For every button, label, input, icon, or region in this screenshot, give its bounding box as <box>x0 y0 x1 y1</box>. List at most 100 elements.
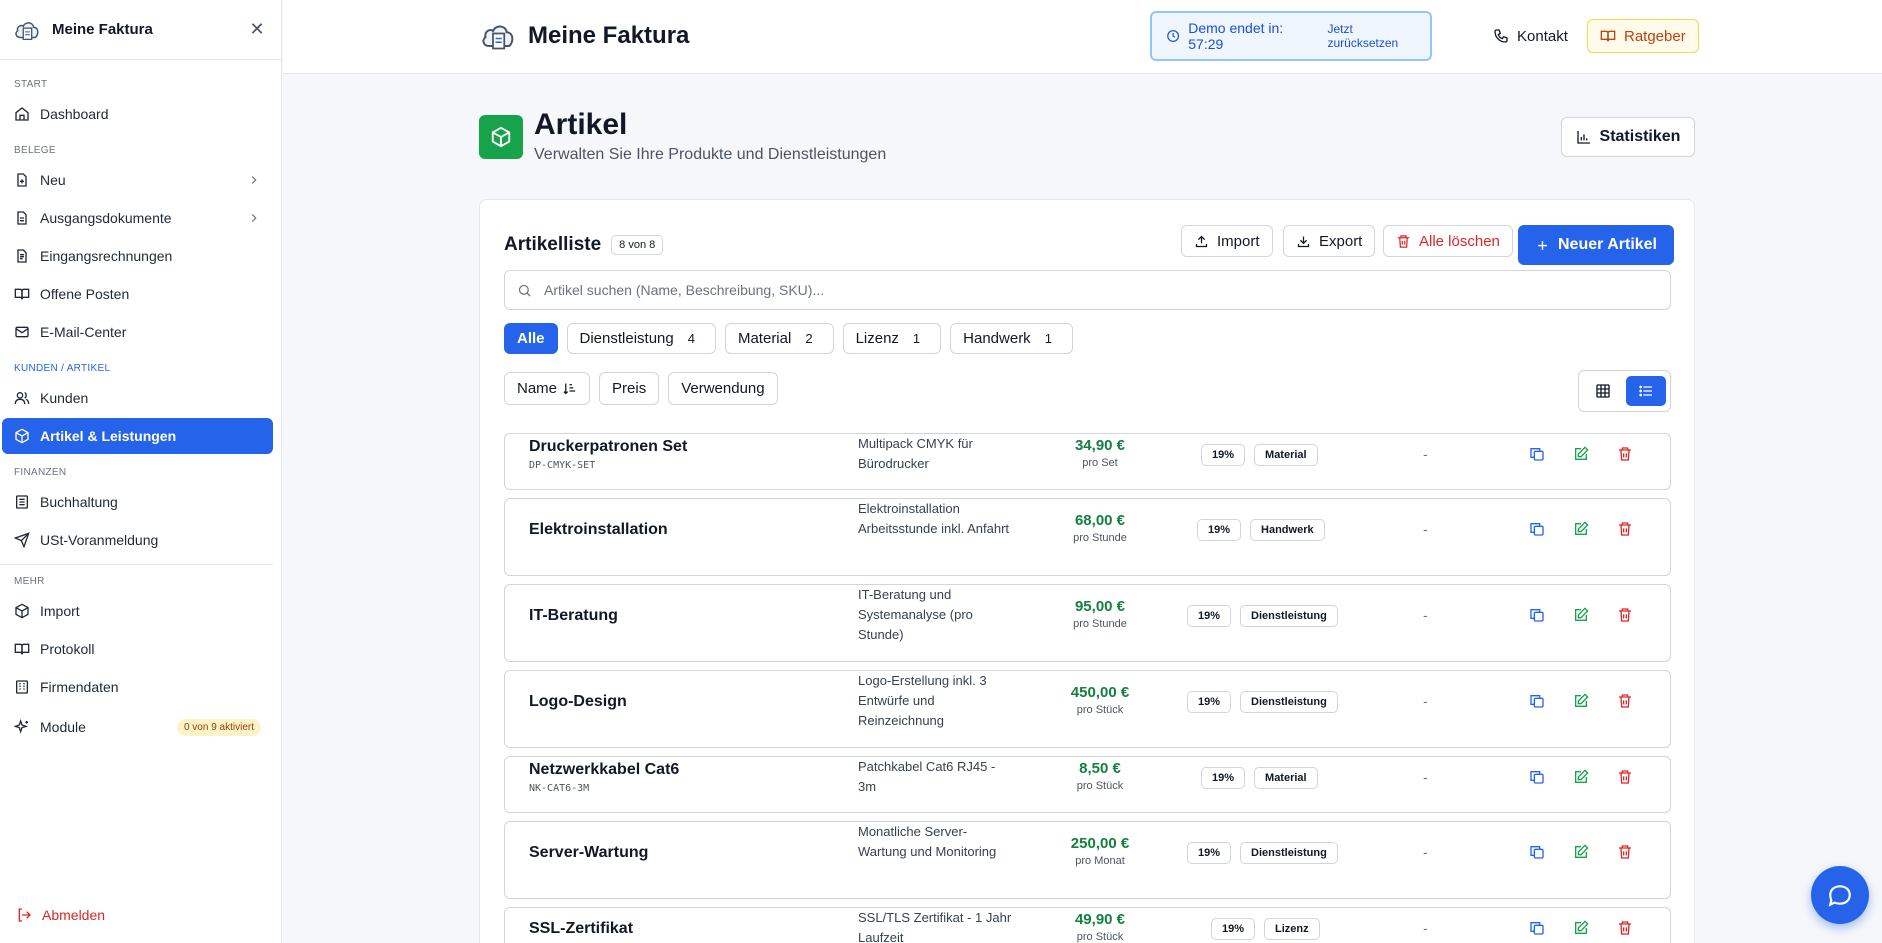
sidebar-item-buchhaltung[interactable]: Buchhaltung <box>2 484 273 520</box>
sidebar-item-dashboard[interactable]: Dashboard <box>2 96 273 132</box>
trash-icon <box>1397 234 1410 248</box>
edit-icon[interactable] <box>1573 446 1589 462</box>
sidebar-item-kunden[interactable]: Kunden <box>2 380 273 416</box>
trash-icon[interactable] <box>1617 521 1633 537</box>
article-usage: - <box>1423 607 1428 623</box>
chevron-right-icon <box>251 214 257 222</box>
sort-by-usage-button[interactable]: Verwendung <box>668 372 778 405</box>
copy-icon[interactable] <box>1529 844 1545 860</box>
edit-icon[interactable] <box>1573 607 1589 623</box>
grid-icon <box>1596 384 1610 398</box>
edit-icon[interactable] <box>1573 769 1589 785</box>
filter-chip-handwerk[interactable]: Handwerk 1 <box>950 323 1073 354</box>
topbar-brand[interactable]: Meine Faktura <box>478 16 689 56</box>
table-row[interactable]: SSL-Zertifikat SSL/TLS Zertifikat - 1 Ja… <box>504 907 1671 943</box>
table-row[interactable]: Logo-Design Logo-Erstellung inkl. 3 Entw… <box>504 670 1671 748</box>
file-text-icon <box>17 211 27 225</box>
article-tags: 19% Dienstleistung <box>1187 691 1338 713</box>
section-start: START <box>14 79 48 90</box>
sidebar-item-module[interactable]: Module 0 von 9 aktiviert <box>2 707 273 747</box>
table-row[interactable]: Netzwerkkabel Cat6 NK-CAT6-3M Patchkabel… <box>504 756 1671 813</box>
sidebar-brand: Meine Faktura <box>52 21 153 38</box>
article-usage: - <box>1423 769 1428 785</box>
edit-icon[interactable] <box>1573 844 1589 860</box>
copy-icon[interactable] <box>1529 446 1545 462</box>
filter-chip-material[interactable]: Material 2 <box>724 323 834 354</box>
edit-icon[interactable] <box>1573 693 1589 709</box>
contact-link[interactable]: Kontakt <box>1493 22 1568 50</box>
sidebar-item-ausgangsdokumente[interactable]: Ausgangsdokumente <box>2 200 273 236</box>
sidebar-item-artikel-leistungen[interactable]: Artikel & Leistungen <box>2 418 273 454</box>
sidebar-item-eingangsrechnungen[interactable]: Eingangsrechnungen <box>2 238 273 274</box>
article-search-input[interactable] <box>544 282 1658 298</box>
book-open-icon <box>14 643 30 655</box>
sidebar-item-import[interactable]: Import <box>2 593 273 629</box>
filter-chip-lizenz[interactable]: Lizenz 1 <box>842 323 942 354</box>
tax-badge: 19% <box>1187 691 1232 713</box>
copy-icon[interactable] <box>1529 693 1545 709</box>
sidebar-item-email-center[interactable]: E-Mail-Center <box>2 314 273 350</box>
article-sku: DP-CMYK-SET <box>529 460 596 471</box>
filter-chip-alle[interactable]: Alle <box>504 323 558 354</box>
copy-icon[interactable] <box>1529 920 1545 936</box>
ratgeber-button[interactable]: Ratgeber <box>1587 19 1699 53</box>
export-button[interactable]: Export <box>1283 225 1376 257</box>
category-badge: Lizenz <box>1264 918 1320 940</box>
table-row[interactable]: IT-Beratung IT-Beratung und Systemanalys… <box>504 584 1671 662</box>
import-button[interactable]: Import <box>1181 225 1273 257</box>
table-row[interactable]: Druckerpatronen Set DP-CMYK-SET Multipac… <box>504 433 1671 490</box>
trash-icon[interactable] <box>1617 920 1633 936</box>
building-icon <box>16 680 28 694</box>
article-description: Logo-Erstellung inkl. 3 Entwürfe und Rei… <box>858 673 987 728</box>
trash-icon[interactable] <box>1617 844 1633 860</box>
trash-icon[interactable] <box>1617 693 1633 709</box>
page-package-icon <box>479 115 523 159</box>
list-view-button[interactable] <box>1626 376 1666 406</box>
chat-button[interactable] <box>1811 866 1869 924</box>
article-price: 95,00 € pro Stunde <box>1073 598 1127 630</box>
sidebar-header: Meine Faktura ✕ <box>0 0 281 60</box>
cloud-document-logo-icon <box>482 25 514 50</box>
sort-by-price-button[interactable]: Preis <box>599 372 660 405</box>
package-icon <box>15 603 29 619</box>
file-plus-icon <box>17 173 27 187</box>
copy-icon[interactable] <box>1529 769 1545 785</box>
sort-by-name-button[interactable]: Name <box>504 372 591 405</box>
plus-icon <box>1538 240 1547 250</box>
delete-all-button[interactable]: Alle löschen <box>1383 225 1513 257</box>
sidebar-item-protokoll[interactable]: Protokoll <box>2 631 273 667</box>
chevron-right-icon <box>251 176 257 184</box>
close-sidebar-icon[interactable]: ✕ <box>245 18 269 42</box>
sidebar-item-offene-posten[interactable]: Offene Posten <box>2 276 273 312</box>
sidebar-item-ust-voranmeldung[interactable]: USt-Voranmeldung <box>2 522 273 558</box>
row-actions <box>1529 844 1633 860</box>
copy-icon[interactable] <box>1529 521 1545 537</box>
trash-icon[interactable] <box>1617 607 1633 623</box>
table-row[interactable]: Server-Wartung Monatliche Server-Wartung… <box>504 821 1671 899</box>
home-icon <box>15 107 29 121</box>
category-filter-bar: Alle Dienstleistung 4 Material 2 Lizenz … <box>504 323 1073 354</box>
article-search[interactable] <box>504 270 1671 310</box>
table-row[interactable]: Elektroinstallation Elektroinstallation … <box>504 498 1671 576</box>
edit-icon[interactable] <box>1573 521 1589 537</box>
article-name: Logo-Design <box>529 693 627 710</box>
trash-icon[interactable] <box>1617 769 1633 785</box>
sidebar-item-firmendaten[interactable]: Firmendaten <box>2 669 273 705</box>
article-description: Patchkabel Cat6 RJ45 - 3m <box>858 759 996 794</box>
tax-badge: 19% <box>1187 842 1232 864</box>
demo-timer-text: Demo endet in: 57:29 <box>1188 20 1284 52</box>
trash-icon[interactable] <box>1617 446 1633 462</box>
article-usage: - <box>1423 693 1428 709</box>
section-kunden-artikel: KUNDEN / ARTIKEL <box>14 363 111 374</box>
grid-view-button[interactable] <box>1587 376 1619 406</box>
edit-icon[interactable] <box>1573 920 1589 936</box>
cloud-document-logo-icon <box>15 21 39 40</box>
copy-icon[interactable] <box>1529 607 1545 623</box>
new-article-button[interactable]: Neuer Artikel <box>1518 225 1674 265</box>
statistics-button[interactable]: Statistiken <box>1561 117 1695 157</box>
sidebar-item-neu[interactable]: Neu <box>2 162 273 198</box>
sidebar-item-logout[interactable]: Abmelden <box>4 897 274 933</box>
reset-demo-link[interactable]: Jetzt zurücksetzen <box>1327 22 1416 50</box>
article-usage: - <box>1423 446 1428 462</box>
filter-chip-dienstleistung[interactable]: Dienstleistung 4 <box>566 323 716 354</box>
